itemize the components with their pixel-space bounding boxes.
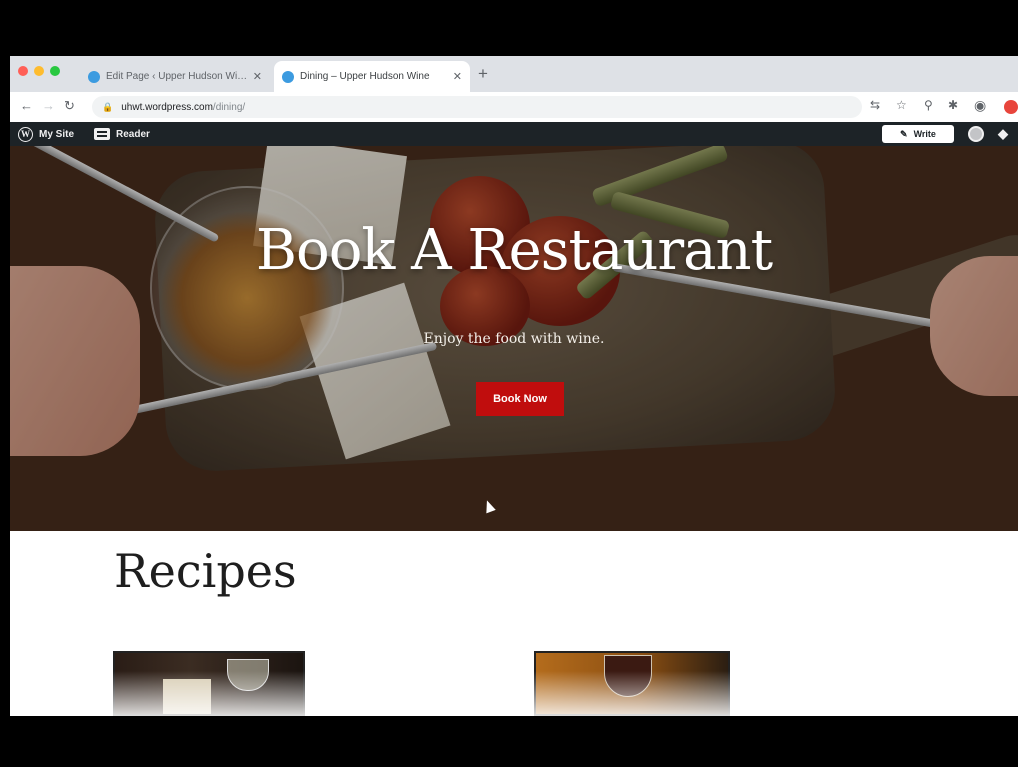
reload-icon[interactable]: ↻ xyxy=(64,98,75,114)
tab-dining[interactable]: Dining – Upper Hudson Wine ✕ xyxy=(274,61,470,92)
zoom-window-button[interactable] xyxy=(50,66,60,76)
bookmark-star-icon[interactable]: ☆ xyxy=(896,98,907,112)
write-button[interactable]: ✎ Write xyxy=(882,125,954,143)
my-site-label: My Site xyxy=(39,128,75,140)
browser-toolbar: ← → ↻ 🔒 uhwt.wordpress.com /dining/ ⇆ ☆ … xyxy=(10,92,1018,123)
write-label: Write xyxy=(913,129,936,139)
lock-icon: 🔒 xyxy=(102,101,114,112)
close-tab-icon[interactable]: ✕ xyxy=(253,70,262,83)
url-host: uhwt.wordpress.com xyxy=(121,101,213,113)
wp-admin-bar: W My Site Reader ✎ Write ◆ xyxy=(10,122,1018,146)
red-wine-glass xyxy=(604,655,652,697)
browser-window: Edit Page ‹ Upper Hudson Wi… ✕ Dining – … xyxy=(10,56,1018,716)
forward-arrow-icon[interactable]: → xyxy=(42,98,55,113)
tab-strip: Edit Page ‹ Upper Hudson Wi… ✕ Dining – … xyxy=(10,56,1018,92)
close-tab-icon[interactable]: ✕ xyxy=(453,70,462,83)
wordpress-logo-icon: W xyxy=(18,126,33,142)
translate-icon[interactable]: ⇆ xyxy=(870,98,880,112)
new-tab-plus-icon[interactable]: + xyxy=(478,64,488,84)
back-arrow-icon[interactable]: ← xyxy=(20,98,33,113)
wordpress-favicon-icon xyxy=(282,70,294,83)
wine-bottle-label xyxy=(163,679,211,714)
reader-icon xyxy=(94,128,110,140)
reader-label: Reader xyxy=(116,128,150,140)
white-wine-glass xyxy=(227,659,269,691)
address-bar[interactable]: 🔒 uhwt.wordpress.com /dining/ xyxy=(92,96,862,118)
opera-extension-icon[interactable] xyxy=(1004,100,1018,114)
url-path: /dining/ xyxy=(212,101,246,113)
tab-edit-page[interactable]: Edit Page ‹ Upper Hudson Wi… ✕ xyxy=(80,61,270,92)
profile-icon[interactable]: ◉ xyxy=(974,97,986,114)
user-avatar-icon[interactable] xyxy=(968,126,984,142)
reader-link[interactable]: Reader xyxy=(94,122,150,146)
puzzle-extensions-icon[interactable]: ✱ xyxy=(948,98,958,112)
close-window-button[interactable] xyxy=(18,66,28,76)
minimize-window-button[interactable] xyxy=(34,66,44,76)
my-site-link[interactable]: W My Site xyxy=(18,122,74,146)
recipe-image-1[interactable] xyxy=(113,651,305,716)
hero-title: Book A Restaurant xyxy=(255,218,773,283)
wordpress-favicon-icon xyxy=(88,70,100,83)
notifications-bell-icon[interactable]: ◆ xyxy=(998,126,1008,142)
recipes-heading: Recipes xyxy=(114,544,297,598)
recipe-image-2[interactable] xyxy=(534,651,730,716)
hero-subtitle: Enjoy the food with wine. xyxy=(423,331,605,347)
pencil-icon: ✎ xyxy=(900,128,908,139)
tab-title: Dining – Upper Hudson Wine xyxy=(300,71,430,82)
hero-cover: Book A Restaurant Enjoy the food with wi… xyxy=(10,146,1018,531)
tab-title: Edit Page ‹ Upper Hudson Wi… xyxy=(106,71,247,82)
book-now-button[interactable]: Book Now xyxy=(476,382,564,416)
extension-icon[interactable]: ⚲ xyxy=(924,98,933,112)
